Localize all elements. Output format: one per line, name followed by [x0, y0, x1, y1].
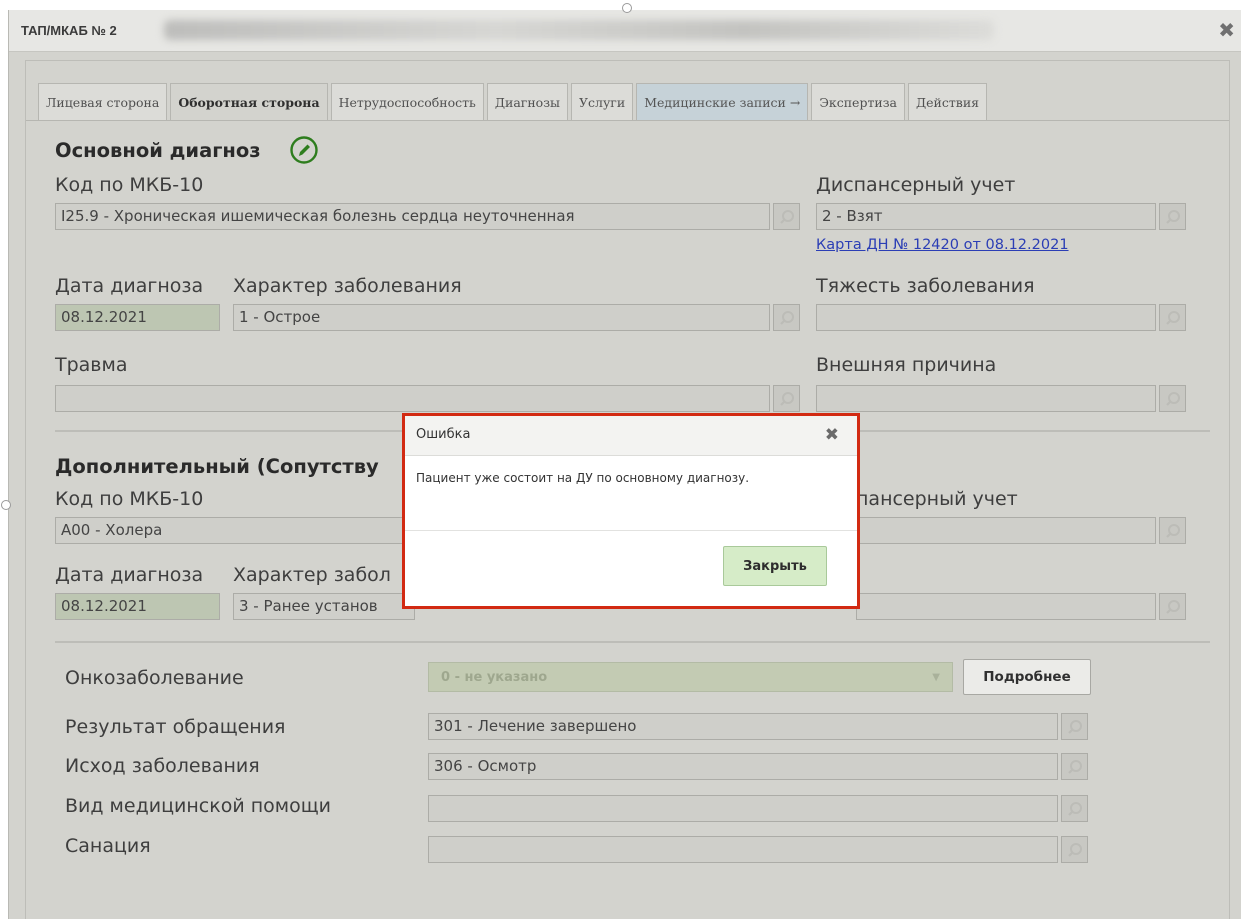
- chevron-down-icon: ▼: [932, 672, 940, 683]
- error-dialog: Ошибка ✖ Пациент уже состоит на ДУ по ос…: [402, 413, 860, 609]
- tab-actions[interactable]: Действия: [907, 83, 988, 121]
- search-icon[interactable]: [773, 385, 800, 412]
- add-diagnosis-date-label: Дата диагноза: [55, 564, 204, 586]
- visit-result-field[interactable]: 301 - Лечение завершено: [428, 713, 1058, 740]
- severity-field[interactable]: [816, 304, 1156, 331]
- add-mkb-code-field[interactable]: А00 - Холера: [55, 517, 415, 544]
- close-icon[interactable]: ✖: [825, 425, 839, 445]
- dialog-title: Ошибка: [416, 427, 471, 442]
- more-details-button[interactable]: Подробнее: [963, 659, 1091, 695]
- additional-diagnosis-heading: Дополнительный (Сопутству: [55, 455, 379, 478]
- tab-diagnoses[interactable]: Диагнозы: [486, 83, 568, 121]
- tab-back-side[interactable]: Оборотная сторона: [170, 83, 328, 121]
- oncology-select[interactable]: 0 - не указано ▼: [428, 662, 953, 692]
- tab-disability[interactable]: Нетрудоспособность: [330, 83, 484, 121]
- search-icon[interactable]: [1159, 203, 1186, 230]
- tab-medical-records[interactable]: Медицинские записи →: [636, 83, 809, 121]
- search-icon[interactable]: [773, 304, 800, 331]
- edit-pencil-icon[interactable]: [289, 135, 319, 165]
- tab-divider: [26, 120, 1229, 121]
- search-icon[interactable]: [773, 203, 800, 230]
- add-disease-character-field[interactable]: 3 - Ранее установ: [233, 593, 415, 620]
- search-icon[interactable]: [1061, 713, 1088, 740]
- oncology-select-value: 0 - не указано: [441, 670, 548, 685]
- search-icon[interactable]: [1061, 836, 1088, 863]
- add-dispensary-label: пансерный учет: [856, 488, 1018, 510]
- add-disease-character-label: Характер забол: [233, 564, 391, 586]
- tab-services[interactable]: Услуги: [570, 83, 634, 121]
- dn-card-link[interactable]: Карта ДН № 12420 от 08.12.2021: [816, 237, 1069, 253]
- add-severity-field[interactable]: [856, 593, 1156, 620]
- search-icon[interactable]: [1061, 753, 1088, 780]
- add-dispensary-field[interactable]: [856, 517, 1156, 544]
- external-cause-label: Внешняя причина: [816, 354, 997, 376]
- dispensary-field[interactable]: 2 - Взят: [816, 203, 1156, 230]
- sanation-field[interactable]: [428, 836, 1058, 863]
- add-diagnosis-date-field[interactable]: 08.12.2021: [55, 593, 220, 620]
- tab-front-side[interactable]: Лицевая сторона: [38, 83, 168, 121]
- close-icon[interactable]: ✖: [1218, 18, 1235, 42]
- search-icon[interactable]: [1061, 795, 1088, 822]
- window-title: ТАП/МКАБ № 2: [21, 23, 117, 38]
- care-type-field[interactable]: [428, 795, 1058, 822]
- oncology-label: Онкозаболевание: [65, 667, 244, 689]
- severity-label: Тяжесть заболевания: [816, 275, 1035, 297]
- search-icon[interactable]: [1159, 517, 1186, 544]
- disease-outcome-field[interactable]: 306 - Осмотр: [428, 753, 1058, 780]
- dialog-divider: [405, 530, 857, 531]
- diagnosis-date-field[interactable]: 08.12.2021: [55, 304, 220, 331]
- window-titlebar: ТАП/МКАБ № 2 ✖: [9, 10, 1241, 52]
- tab-expertise[interactable]: Экспертиза: [811, 83, 905, 121]
- external-cause-field[interactable]: [816, 385, 1156, 412]
- disease-character-label: Характер заболевания: [233, 275, 462, 297]
- disease-outcome-label: Исход заболевания: [65, 755, 260, 777]
- diagnosis-date-label: Дата диагноза: [55, 275, 204, 297]
- resize-handle-top[interactable]: [622, 3, 632, 13]
- add-mkb-code-label: Код по МКБ-10: [55, 488, 204, 510]
- search-icon[interactable]: [1159, 304, 1186, 331]
- mkb-code-field[interactable]: I25.9 - Хроническая ишемическая болезнь …: [55, 203, 770, 230]
- trauma-label: Травма: [55, 354, 128, 376]
- sanation-label: Санация: [65, 835, 151, 857]
- search-icon[interactable]: [1159, 593, 1186, 620]
- dialog-close-button[interactable]: Закрыть: [723, 546, 827, 586]
- disease-character-field[interactable]: 1 - Острое: [233, 304, 770, 331]
- search-icon[interactable]: [1159, 385, 1186, 412]
- redacted-title-text: [164, 20, 994, 40]
- tab-bar: Лицевая сторона Оборотная сторона Нетруд…: [38, 83, 990, 121]
- visit-result-label: Результат обращения: [65, 716, 286, 738]
- dialog-message: Пациент уже состоит на ДУ по основному д…: [416, 471, 750, 485]
- main-diagnosis-heading: Основной диагноз: [55, 139, 261, 162]
- mkb-code-label: Код по МКБ-10: [55, 174, 204, 196]
- care-type-label: Вид медицинской помощи: [65, 795, 331, 817]
- trauma-field[interactable]: [55, 385, 770, 412]
- section-divider: [55, 641, 1210, 643]
- resize-handle-left[interactable]: [1, 500, 11, 510]
- dispensary-label: Диспансерный учет: [816, 174, 1016, 196]
- dialog-header: Ошибка ✖: [405, 416, 857, 456]
